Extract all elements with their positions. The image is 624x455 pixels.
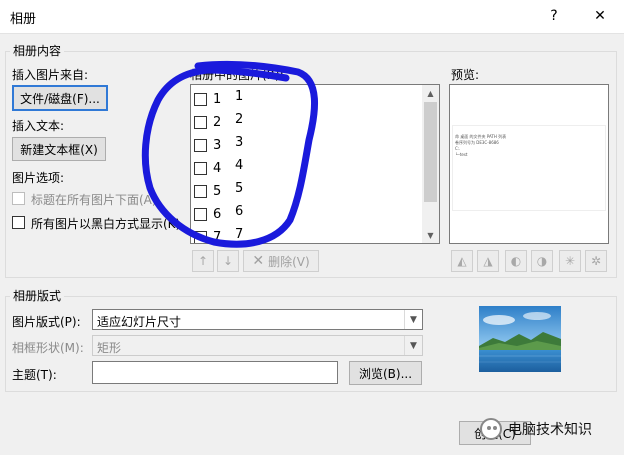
list-item-checkbox[interactable]: [194, 93, 207, 106]
slide-text-line: C:.: [455, 146, 461, 151]
brightness-down-button[interactable]: ✲: [585, 250, 607, 272]
rotate-right-button[interactable]: ◮: [477, 250, 499, 272]
help-button[interactable]: ?: [536, 2, 572, 30]
list-item-index: 3: [213, 138, 222, 153]
picture-layout-label: 图片版式(P):: [12, 315, 81, 329]
new-textbox-button[interactable]: 新建文本框(X): [12, 137, 106, 161]
list-item[interactable]: 7 7: [191, 225, 423, 244]
black-white-checkbox[interactable]: [12, 216, 25, 229]
list-item-index: 7: [213, 230, 222, 244]
list-item-name: 6: [235, 204, 244, 219]
frame-shape-label: 相框形状(M):: [12, 341, 84, 355]
insert-from-label: 插入图片来自:: [12, 68, 89, 82]
file-disk-button[interactable]: 文件/磁盘(F)...: [12, 85, 108, 111]
list-item-name: 4: [235, 158, 244, 173]
landscape-image: [479, 306, 561, 372]
watermark: 电脑技术知识: [480, 416, 624, 442]
album-layout-legend: 相册版式: [10, 287, 65, 304]
list-item-checkbox[interactable]: [194, 231, 207, 243]
wechat-icon: [480, 418, 502, 440]
slide-thumbnail: 命 桌面 的文件夹 PATH 列表 卷序列号为 DE3C-8686 C:. └─…: [452, 125, 606, 211]
watermark-text: 电脑技术知识: [508, 422, 592, 438]
list-item[interactable]: 4 4: [191, 156, 423, 178]
brightness-up-icon: ✳: [564, 254, 576, 268]
browse-button[interactable]: 浏览(B)...: [349, 361, 422, 385]
picture-options-label: 图片选项:: [12, 171, 65, 185]
slide-text-line: 命 桌面 的文件夹 PATH 列表: [455, 134, 507, 139]
rotate-right-icon: ◮: [483, 254, 493, 268]
list-item-index: 4: [213, 161, 222, 176]
list-item-index: 1: [213, 92, 222, 107]
arrow-down-icon: ↓: [222, 254, 234, 268]
contrast-up-button[interactable]: ◐: [505, 250, 527, 272]
caption-checkbox[interactable]: [12, 192, 25, 205]
move-up-button[interactable]: ↑: [192, 250, 214, 272]
chevron-down-icon: ▼: [404, 336, 422, 355]
list-item-name: 3: [235, 135, 244, 150]
picture-layout-select[interactable]: 适应幻灯片尺寸 ▼: [92, 309, 423, 330]
list-item-index: 5: [213, 184, 222, 199]
picture-layout-value: 适应幻灯片尺寸: [97, 315, 182, 329]
scroll-down-icon[interactable]: ▼: [422, 227, 439, 243]
list-item-name: 1: [235, 89, 244, 104]
theme-label: 主题(T):: [12, 368, 57, 382]
list-item-checkbox[interactable]: [194, 162, 207, 175]
list-item[interactable]: 2 2: [191, 110, 423, 132]
list-item-checkbox[interactable]: [194, 185, 207, 198]
list-item-checkbox[interactable]: [194, 139, 207, 152]
list-item-checkbox[interactable]: [194, 116, 207, 129]
frame-shape-select[interactable]: 矩形 ▼: [92, 335, 423, 356]
frame-shape-value: 矩形: [97, 341, 122, 355]
preview-label: 预览:: [451, 68, 480, 82]
list-item[interactable]: 6 6: [191, 202, 423, 224]
picture-listbox[interactable]: 1 1 2 2 3 3 4 4 5 5 6 6 7 7 ▲ ▼: [190, 84, 440, 244]
preview-pane: 命 桌面 的文件夹 PATH 列表 卷序列号为 DE3C-8686 C:. └─…: [449, 84, 609, 244]
slide-text-line: 卷序列号为 DE3C-8686: [455, 140, 499, 145]
contrast-down-icon: ◑: [536, 254, 548, 268]
caption-option-label: 标题在所有图片下面(A): [31, 193, 157, 207]
rotate-left-icon: ◭: [457, 254, 467, 268]
list-scrollbar[interactable]: ▲ ▼: [422, 85, 439, 243]
list-item-index: 6: [213, 207, 222, 222]
window-title: 相册: [10, 12, 37, 27]
brightness-down-icon: ✲: [590, 254, 602, 268]
list-item[interactable]: 1 1: [191, 87, 423, 109]
scroll-up-icon[interactable]: ▲: [422, 85, 439, 101]
list-item[interactable]: 5 5: [191, 179, 423, 201]
list-item-name: 2: [235, 112, 244, 127]
theme-input[interactable]: [92, 361, 338, 384]
close-button[interactable]: ✕: [582, 2, 618, 30]
black-white-option-label: 所有图片以黑白方式显示(K): [31, 217, 181, 231]
contrast-up-icon: ◐: [510, 254, 522, 268]
delete-x-icon: ✕: [252, 253, 265, 269]
list-item-checkbox[interactable]: [194, 208, 207, 221]
scroll-thumb[interactable]: [424, 102, 437, 202]
list-item-name: 5: [235, 181, 244, 196]
delete-button[interactable]: ✕ 删除(V): [243, 250, 319, 272]
delete-button-label: 删除(V): [268, 254, 310, 269]
contrast-down-button[interactable]: ◑: [531, 250, 553, 272]
brightness-up-button[interactable]: ✳: [559, 250, 581, 272]
list-item-index: 2: [213, 115, 222, 130]
slide-text-line: └─test: [455, 152, 468, 157]
chevron-down-icon: ▼: [404, 310, 422, 329]
insert-text-label: 插入文本:: [12, 119, 65, 133]
theme-preview-image: [479, 306, 561, 372]
picture-list-label: 相册中的图片(R):: [190, 68, 284, 82]
album-content-legend: 相册内容: [10, 42, 65, 59]
arrow-up-icon: ↑: [197, 254, 209, 268]
list-item-name: 7: [235, 227, 244, 242]
title-bar: 相册 ? ✕: [0, 0, 624, 34]
rotate-left-button[interactable]: ◭: [451, 250, 473, 272]
list-item[interactable]: 3 3: [191, 133, 423, 155]
move-down-button[interactable]: ↓: [217, 250, 239, 272]
